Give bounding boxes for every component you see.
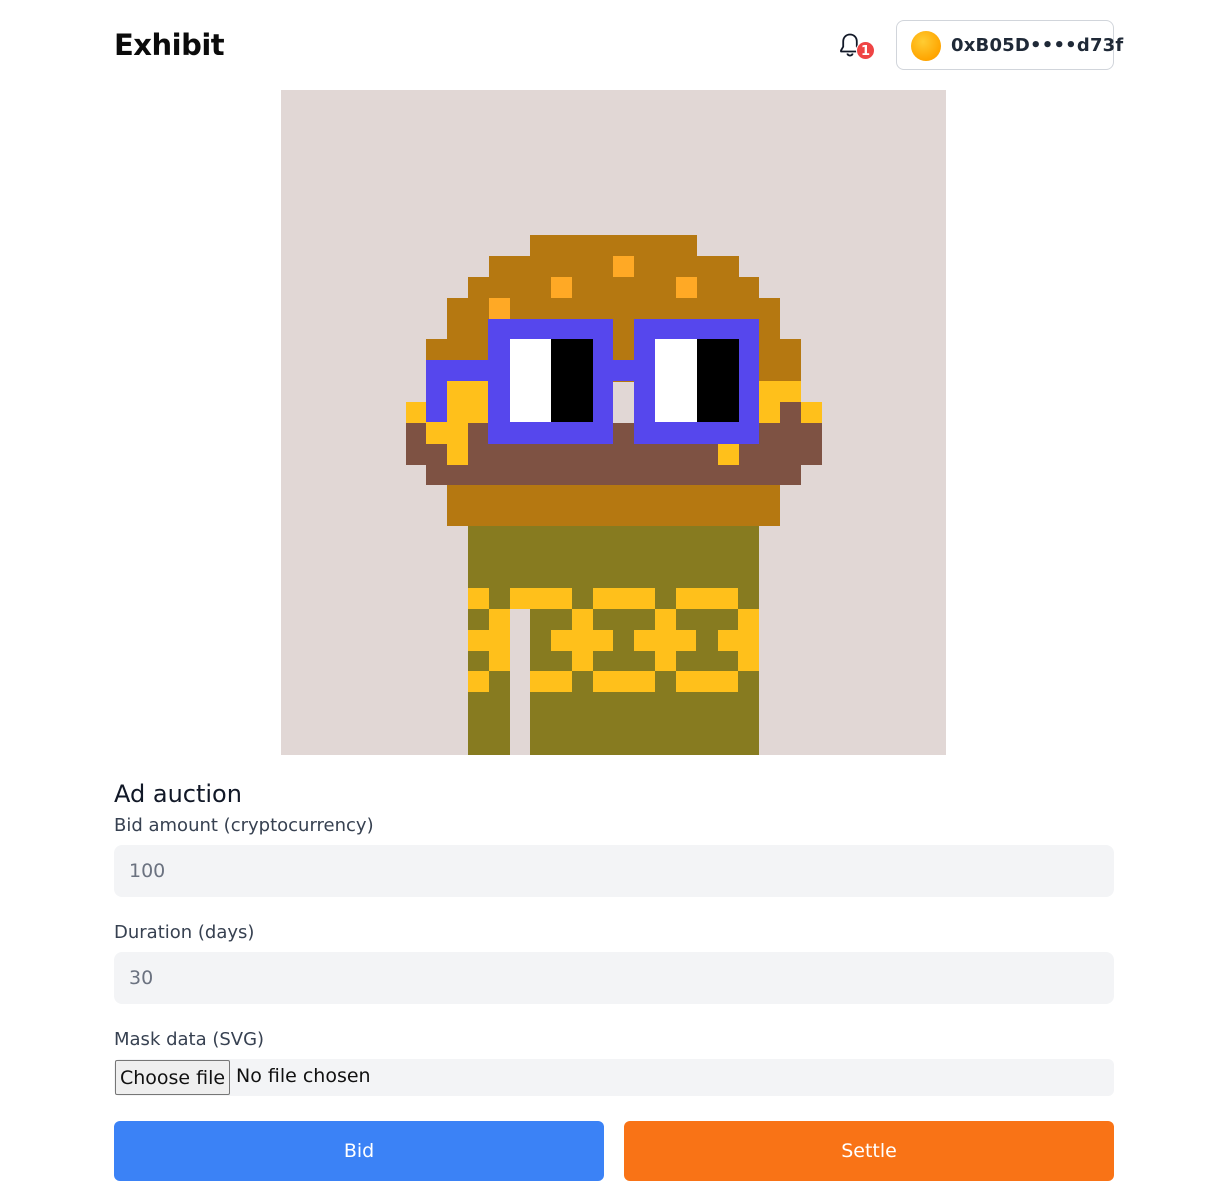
bid-button[interactable]: Bid xyxy=(114,1121,604,1181)
app-header: Exhibit 1 0xB05D••••d73f xyxy=(114,20,1123,70)
choose-file-button[interactable]: Choose file xyxy=(115,1060,230,1095)
wallet-avatar xyxy=(911,31,941,61)
duration-label: Duration (days) xyxy=(114,922,255,943)
auction-section-title: Ad auction xyxy=(114,780,242,808)
mask-data-label: Mask data (SVG) xyxy=(114,1029,265,1050)
bid-amount-input[interactable] xyxy=(114,845,1114,897)
mask-file-input[interactable]: Choose file No file chosen xyxy=(114,1059,1114,1096)
settle-button[interactable]: Settle xyxy=(624,1121,1114,1181)
wallet-button[interactable]: 0xB05D••••d73f xyxy=(896,20,1123,70)
notifications-button[interactable]: 1 xyxy=(838,32,875,62)
app-title: Exhibit xyxy=(114,28,225,62)
wallet-address: 0xB05D••••d73f xyxy=(951,35,1124,56)
pixel-character-image xyxy=(281,90,946,755)
duration-input[interactable] xyxy=(114,952,1114,1004)
notification-count-badge: 1 xyxy=(856,41,875,60)
bid-amount-label: Bid amount (cryptocurrency) xyxy=(114,815,374,836)
file-status-text: No file chosen xyxy=(236,1065,371,1087)
nft-artwork xyxy=(281,90,946,755)
